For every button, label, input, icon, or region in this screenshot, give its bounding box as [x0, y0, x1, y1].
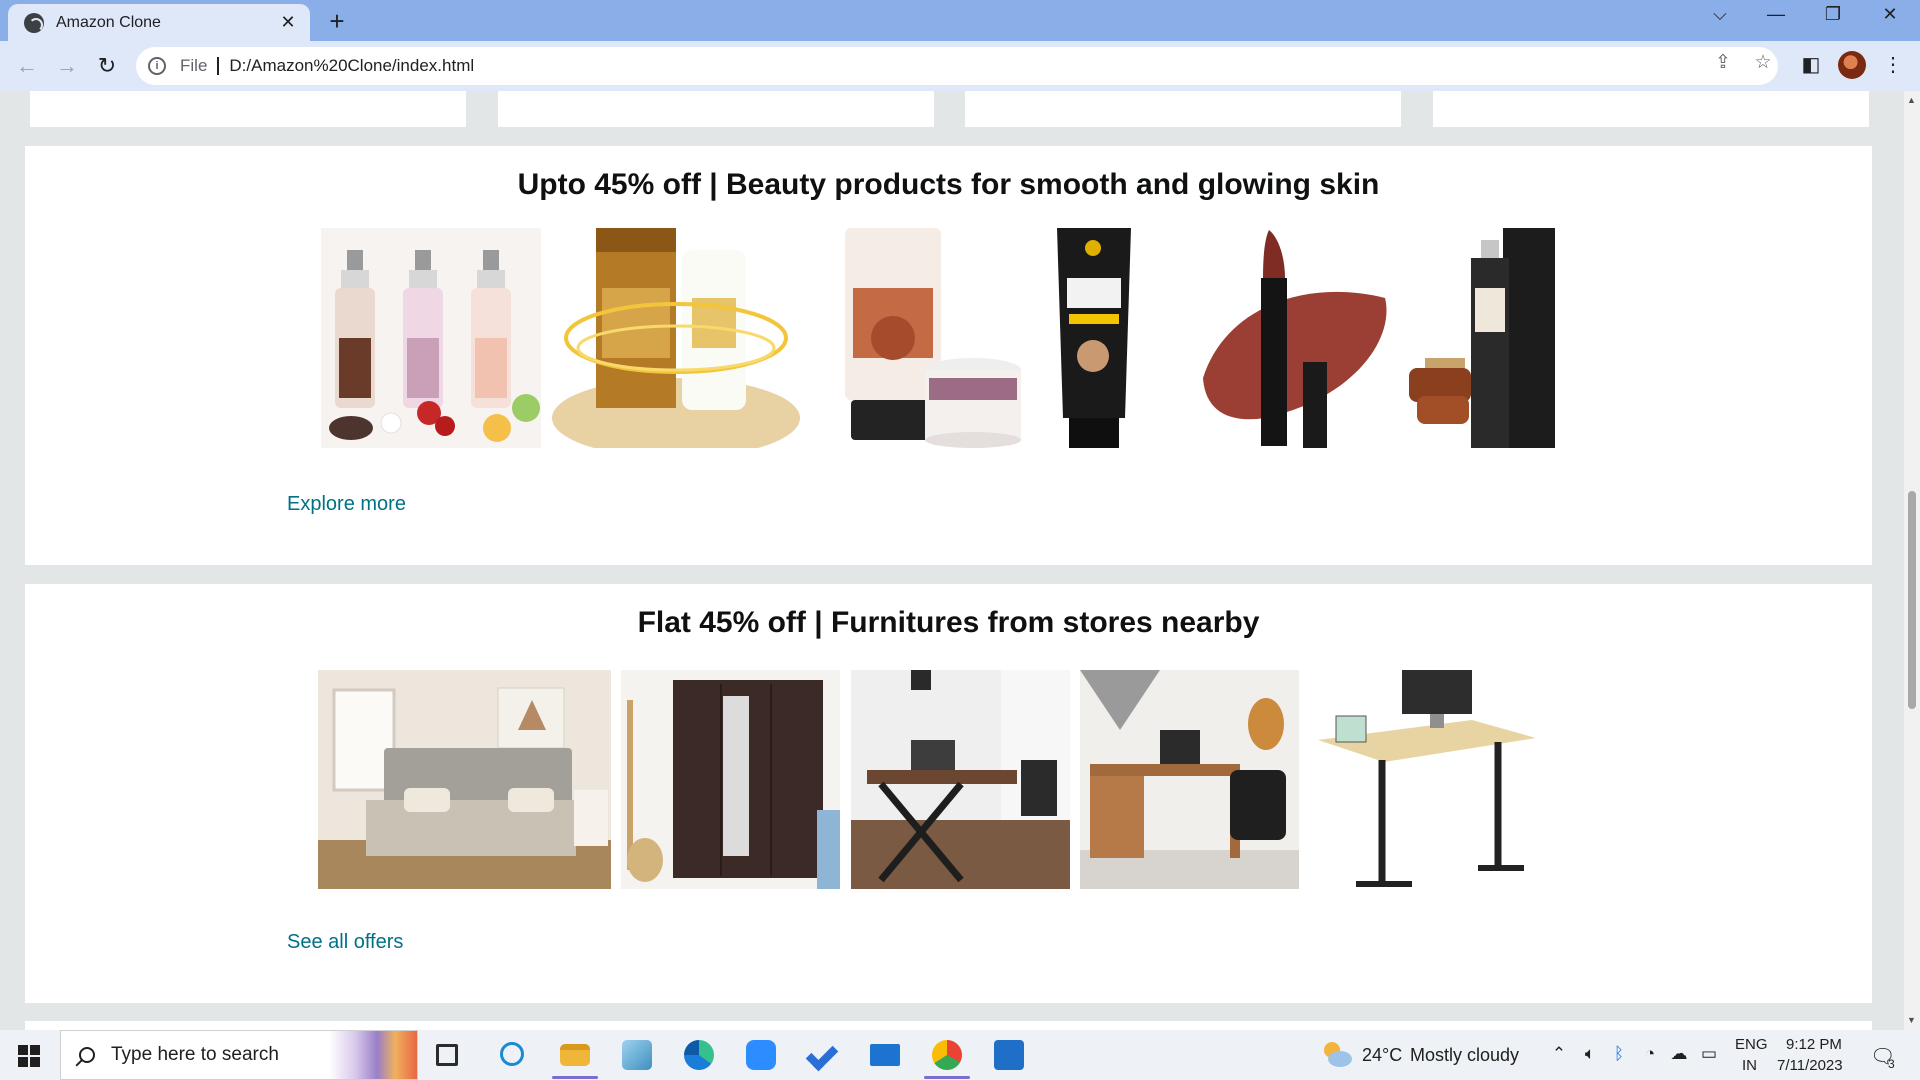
murtela-gold-cream-image[interactable]: [552, 228, 800, 448]
taskbar-search-box[interactable]: Type here to search: [60, 1030, 418, 1080]
gold-cream-icon: [552, 228, 800, 448]
onedrive-cloud-icon[interactable]: ☁︎: [1669, 1044, 1689, 1064]
perfume-box-icon: [1409, 228, 1555, 448]
windows-logo-pane: [30, 1045, 40, 1055]
browser-menu-icon[interactable]: ⋮: [1878, 52, 1908, 77]
chrome-icon[interactable]: [932, 1040, 962, 1070]
partly-cloudy-weather-icon[interactable]: [1320, 1040, 1352, 1068]
next-offer-section: [25, 1021, 1872, 1030]
beauty-offer-section: Upto 45% off | Beauty products for smoot…: [25, 146, 1872, 565]
product-card: [965, 91, 1401, 127]
furniture-offer-section: Flat 45% off | Furnitures from stores ne…: [25, 584, 1872, 1003]
bed-icon: [318, 670, 611, 889]
notification-count-badge: 3: [1888, 1057, 1895, 1071]
standing-desk-image[interactable]: [1312, 670, 1540, 889]
section-title: Upto 45% off | Beauty products for smoot…: [517, 168, 1380, 201]
product-card: [1433, 91, 1869, 127]
wifi-icon[interactable]: ◔: [1640, 1044, 1660, 1064]
perfume-mist-bottles-icon: [321, 228, 541, 448]
notepad-icon[interactable]: [622, 1040, 652, 1070]
wardrobe-image[interactable]: [621, 670, 840, 889]
battery-icon[interactable]: ▭: [1699, 1044, 1719, 1064]
address-url[interactable]: D:/Amazon%20Clone/index.html: [229, 56, 474, 76]
mail-icon[interactable]: [870, 1044, 900, 1066]
study-desk-chair-image[interactable]: [1080, 670, 1299, 889]
browser-toolbar: ← → ↻ i File D:/Amazon%20Clone/index.htm…: [0, 41, 1920, 91]
product-card: [30, 91, 466, 127]
bluetooth-icon[interactable]: ᛒ: [1609, 1044, 1629, 1064]
tab-search-icon[interactable]: ⌵: [1700, 4, 1740, 25]
address-separator: [217, 57, 220, 75]
edge-icon[interactable]: [684, 1040, 714, 1070]
windows-logo-pane: [18, 1045, 28, 1055]
input-region[interactable]: IN: [1742, 1057, 1757, 1074]
facewash-mudmask-icon: [817, 228, 1025, 448]
explore-more-link[interactable]: Explore more: [287, 493, 406, 516]
charcoal-tube-icon: [1057, 228, 1131, 448]
bed-image[interactable]: [318, 670, 611, 889]
page-scrollbar[interactable]: ▲ ▼: [1904, 91, 1920, 1030]
close-window-button[interactable]: ✕: [1870, 4, 1910, 25]
scroll-up-arrow-icon[interactable]: ▲: [1907, 95, 1916, 105]
microsoft-store-icon[interactable]: [994, 1040, 1024, 1070]
study-desk-icon: [1080, 670, 1299, 889]
search-placeholder: Type here to search: [111, 1044, 279, 1065]
weather-condition[interactable]: Mostly cloudy: [1410, 1045, 1519, 1066]
bookmark-star-icon[interactable]: ☆: [1748, 51, 1778, 74]
windows-taskbar: Type here to search 24°C Mostly cloudy ⌃…: [0, 1030, 1920, 1080]
product-card: [498, 91, 934, 127]
new-tab-button[interactable]: +: [322, 6, 352, 37]
clock-date[interactable]: 7/11/2023: [1777, 1057, 1843, 1074]
show-hidden-icons-chevron-icon[interactable]: ⌃: [1549, 1044, 1569, 1064]
input-language[interactable]: ENG: [1735, 1036, 1768, 1053]
address-bar[interactable]: i File D:/Amazon%20Clone/index.html: [136, 47, 1778, 85]
section-title: Flat 45% off | Furnitures from stores ne…: [637, 606, 1260, 639]
tab-close-icon[interactable]: ✕: [276, 12, 300, 33]
restore-button[interactable]: ❐: [1813, 4, 1853, 25]
side-panel-icon[interactable]: ◧: [1796, 52, 1826, 77]
browser-tab-strip: Amazon Clone ✕ + ⌵ — ❐ ✕: [0, 0, 1920, 41]
windows-logo-pane: [30, 1057, 40, 1067]
page-viewport: Upto 45% off | Beauty products for smoot…: [0, 91, 1904, 1030]
task-view-icon[interactable]: [436, 1044, 458, 1066]
file-explorer-icon[interactable]: [560, 1044, 590, 1066]
notification-center-icon[interactable]: 🗨︎: [1870, 1044, 1895, 1069]
perfume-mist-bottles-image[interactable]: [321, 228, 541, 448]
wellskin-charcoal-peel-image[interactable]: [1033, 228, 1155, 448]
standing-desk-icon: [1312, 670, 1540, 889]
info-icon[interactable]: i: [148, 57, 166, 75]
bodycare-facewash-mudmask-image[interactable]: [817, 228, 1025, 448]
globe-icon: [24, 12, 44, 33]
windows-start-button[interactable]: [18, 1045, 40, 1067]
weather-temperature[interactable]: 24°C: [1362, 1045, 1402, 1066]
zoom-icon[interactable]: [746, 1040, 776, 1070]
browser-tab-amazon-clone[interactable]: Amazon Clone ✕: [8, 4, 310, 41]
active-app-indicator: [924, 1076, 970, 1079]
scroll-down-arrow-icon[interactable]: ▼: [1907, 1015, 1916, 1025]
x-frame-desk-image[interactable]: [851, 670, 1070, 889]
share-icon[interactable]: ⇪: [1708, 51, 1738, 74]
reload-button[interactable]: ↻: [92, 51, 122, 81]
active-app-indicator: [552, 1076, 598, 1079]
x-desk-icon: [851, 670, 1070, 889]
search-icon: [79, 1047, 95, 1063]
todo-icon[interactable]: [805, 1038, 839, 1072]
windows-logo-pane: [18, 1057, 28, 1067]
forward-button[interactable]: →: [52, 51, 82, 81]
search-highlight-art: [329, 1031, 417, 1079]
antonia-perfume-image[interactable]: [1409, 228, 1555, 448]
cortana-icon[interactable]: [500, 1042, 524, 1066]
lipstick-swatch-image[interactable]: [1185, 228, 1395, 448]
wardrobe-icon: [621, 670, 840, 889]
back-button[interactable]: ←: [12, 51, 42, 81]
minimize-button[interactable]: —: [1756, 4, 1796, 25]
address-scheme: File: [180, 56, 208, 75]
scrollbar-thumb[interactable]: [1908, 491, 1916, 709]
profile-avatar[interactable]: [1838, 51, 1866, 79]
see-all-offers-link[interactable]: See all offers: [287, 931, 403, 954]
clock-time[interactable]: 9:12 PM: [1786, 1036, 1842, 1053]
tab-title: Amazon Clone: [56, 13, 161, 31]
speaker-icon[interactable]: 🔈︎: [1580, 1044, 1600, 1064]
lipstick-icon: [1203, 230, 1387, 448]
